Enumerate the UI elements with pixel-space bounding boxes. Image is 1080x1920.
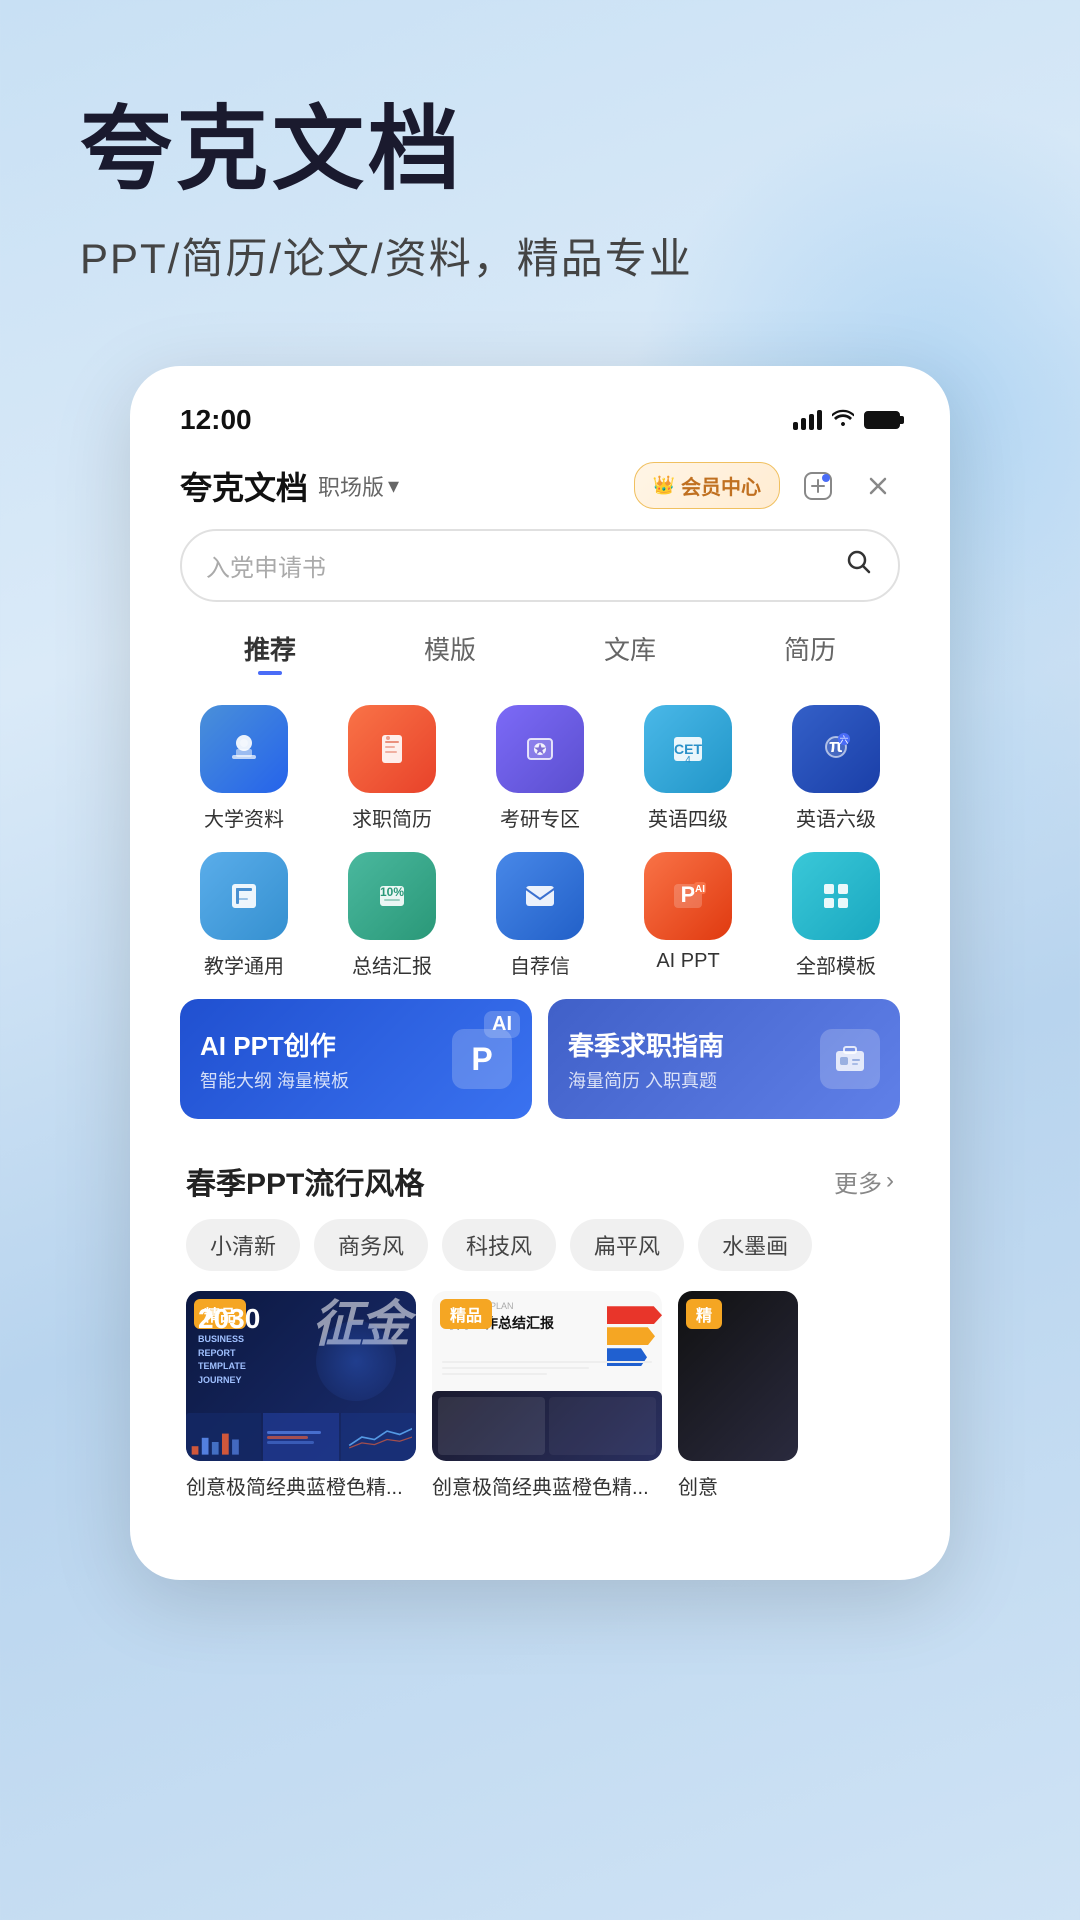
app-header: 夸克文档 职场版 ▾ 👑 会员中心 — [170, 452, 910, 529]
add-button[interactable] — [796, 464, 840, 508]
resume-label: 求职简历 — [352, 803, 432, 832]
icon-resume[interactable]: 求职简历 — [328, 705, 456, 832]
template-card-2[interactable]: 精品 BUSINESS PLAN 时尚工作总结汇报 — [432, 1291, 662, 1500]
icon-graduate[interactable]: 考研专区 — [476, 705, 604, 832]
template-name-2: 创意极简经典蓝橙色精... — [432, 1477, 649, 1499]
icon-cet4[interactable]: CET 4 英语四级 — [624, 705, 752, 832]
cet4-icon-box: CET 4 — [644, 705, 732, 793]
template-name-1: 创意极简经典蓝橙色精... — [186, 1477, 403, 1499]
search-icon — [844, 547, 874, 584]
tag-light-fresh[interactable]: 小清新 — [186, 1219, 300, 1271]
app-name: 夸克文档 — [180, 463, 308, 509]
banner-ai-ppt[interactable]: AI PPT创作 智能大纲 海量模板 AI P — [180, 999, 532, 1119]
banner-p-icon: P — [452, 1029, 512, 1089]
summary-icon-box: 10% — [348, 852, 436, 940]
college-label: 大学资料 — [204, 803, 284, 832]
aippt-icon-box: P AI — [644, 852, 732, 940]
template-thumb-1: 精品 2030 BUSINESS REPORT TEMPLATE JOURNEY — [186, 1291, 416, 1461]
all-templates-label: 全部模板 — [796, 950, 876, 979]
icon-college[interactable]: 大学资料 — [180, 705, 308, 832]
tag-flat[interactable]: 扁平风 — [570, 1219, 684, 1271]
svg-text:4: 4 — [685, 755, 691, 766]
status-time: 12:00 — [180, 404, 252, 436]
template-card-1[interactable]: 精品 2030 BUSINESS REPORT TEMPLATE JOURNEY — [186, 1291, 416, 1500]
status-bar: 12:00 — [170, 396, 910, 452]
vip-label: 会员中心 — [681, 471, 761, 500]
phone-frame: 12:00 — [130, 366, 950, 1580]
cet6-label: 英语六级 — [796, 803, 876, 832]
tag-tech[interactable]: 科技风 — [442, 1219, 556, 1271]
tmpl1-bottom-panels — [186, 1413, 416, 1461]
graduate-label: 考研专区 — [500, 803, 580, 832]
icon-teaching[interactable]: 教学通用 — [180, 852, 308, 979]
search-bar[interactable]: 入党申请书 — [180, 529, 900, 602]
icon-grid: 大学资料 求职简历 — [170, 685, 910, 999]
cet6-icon-box: π 六 — [792, 705, 880, 793]
summary-label: 总结汇报 — [352, 950, 432, 979]
tab-bar: 推荐 模版 文库 简历 — [170, 622, 910, 675]
banner-section: AI PPT创作 智能大纲 海量模板 AI P 春季求职指南 海量简历 入职真题 — [170, 999, 910, 1139]
app-title-group: 夸克文档 职场版 ▾ — [180, 463, 399, 509]
vip-button[interactable]: 👑 会员中心 — [634, 462, 780, 509]
icon-all-templates[interactable]: 全部模板 — [772, 852, 900, 979]
signal-icon — [793, 410, 822, 430]
bottom-space — [170, 1500, 910, 1540]
tab-recommend[interactable]: 推荐 — [224, 622, 316, 675]
teaching-icon-box — [200, 852, 288, 940]
cet4-label: 英语四级 — [648, 803, 728, 832]
hero-section: 夸克文档 PPT/简历/论文/资料，精品专业 — [0, 0, 1080, 346]
section-header: 春季PPT流行风格 更多 › — [170, 1139, 910, 1219]
template-name-3: 创意 — [678, 1477, 718, 1499]
version-badge[interactable]: 职场版 ▾ — [318, 470, 399, 502]
college-icon — [200, 705, 288, 793]
search-placeholder: 入党申请书 — [206, 548, 326, 583]
tag-ink[interactable]: 水墨画 — [698, 1219, 812, 1271]
vip-crown-icon: 👑 — [653, 475, 675, 496]
teaching-label: 教学通用 — [204, 950, 284, 979]
graduate-icon-box — [496, 705, 584, 793]
template-thumb-2: 精品 BUSINESS PLAN 时尚工作总结汇报 — [432, 1291, 662, 1461]
cover-letter-icon-box — [496, 852, 584, 940]
banner-ai-text: AI PPT创作 智能大纲 海量模板 — [200, 1026, 349, 1093]
icon-aippt[interactable]: P AI AI PPT — [624, 852, 752, 979]
banner-job-guide[interactable]: 春季求职指南 海量简历 入职真题 — [548, 999, 900, 1119]
tag-business[interactable]: 商务风 — [314, 1219, 428, 1271]
hero-subtitle: PPT/简历/论文/资料，精品专业 — [80, 225, 1000, 286]
more-link[interactable]: 更多 › — [834, 1164, 894, 1199]
banner-job-text: 春季求职指南 海量简历 入职真题 — [568, 1026, 724, 1093]
banner-job-icon — [820, 1029, 880, 1089]
wifi-icon — [832, 408, 854, 432]
tab-library[interactable]: 文库 — [584, 622, 676, 675]
status-icons — [793, 408, 900, 432]
phone-wrapper: 12:00 — [0, 366, 1080, 1580]
resume-icon-box — [348, 705, 436, 793]
template-grid: 精品 2030 BUSINESS REPORT TEMPLATE JOURNEY — [170, 1291, 910, 1500]
aippt-label: AI PPT — [656, 950, 719, 973]
style-tags: 小清新 商务风 科技风 扁平风 水墨画 — [170, 1219, 910, 1291]
all-templates-icon-box — [792, 852, 880, 940]
tab-template[interactable]: 模版 — [404, 622, 496, 675]
close-button[interactable] — [856, 464, 900, 508]
tmpl1-year: 2030 — [198, 1305, 404, 1333]
tmpl1-lines: BUSINESS REPORT TEMPLATE JOURNEY — [198, 1333, 404, 1387]
ai-label: AI — [484, 1011, 520, 1038]
svg-text:P: P — [681, 882, 696, 907]
svg-text:六: 六 — [839, 734, 848, 745]
icon-cover-letter[interactable]: 自荐信 — [476, 852, 604, 979]
svg-text:AI: AI — [695, 884, 705, 895]
tab-resume[interactable]: 简历 — [764, 622, 856, 675]
template-card-3[interactable]: 精 创意 — [678, 1291, 798, 1500]
premium-badge-2: 精品 — [440, 1299, 492, 1329]
template-thumb-3: 精 — [678, 1291, 798, 1461]
premium-badge-3: 精 — [686, 1299, 722, 1329]
section-title: 春季PPT流行风格 — [186, 1159, 424, 1203]
cover-letter-label: 自荐信 — [510, 950, 570, 979]
battery-icon — [864, 411, 900, 429]
icon-cet6[interactable]: π 六 英语六级 — [772, 705, 900, 832]
hero-title: 夸克文档 — [80, 100, 1000, 201]
svg-text:10%: 10% — [380, 885, 404, 899]
icon-summary[interactable]: 10% 总结汇报 — [328, 852, 456, 979]
